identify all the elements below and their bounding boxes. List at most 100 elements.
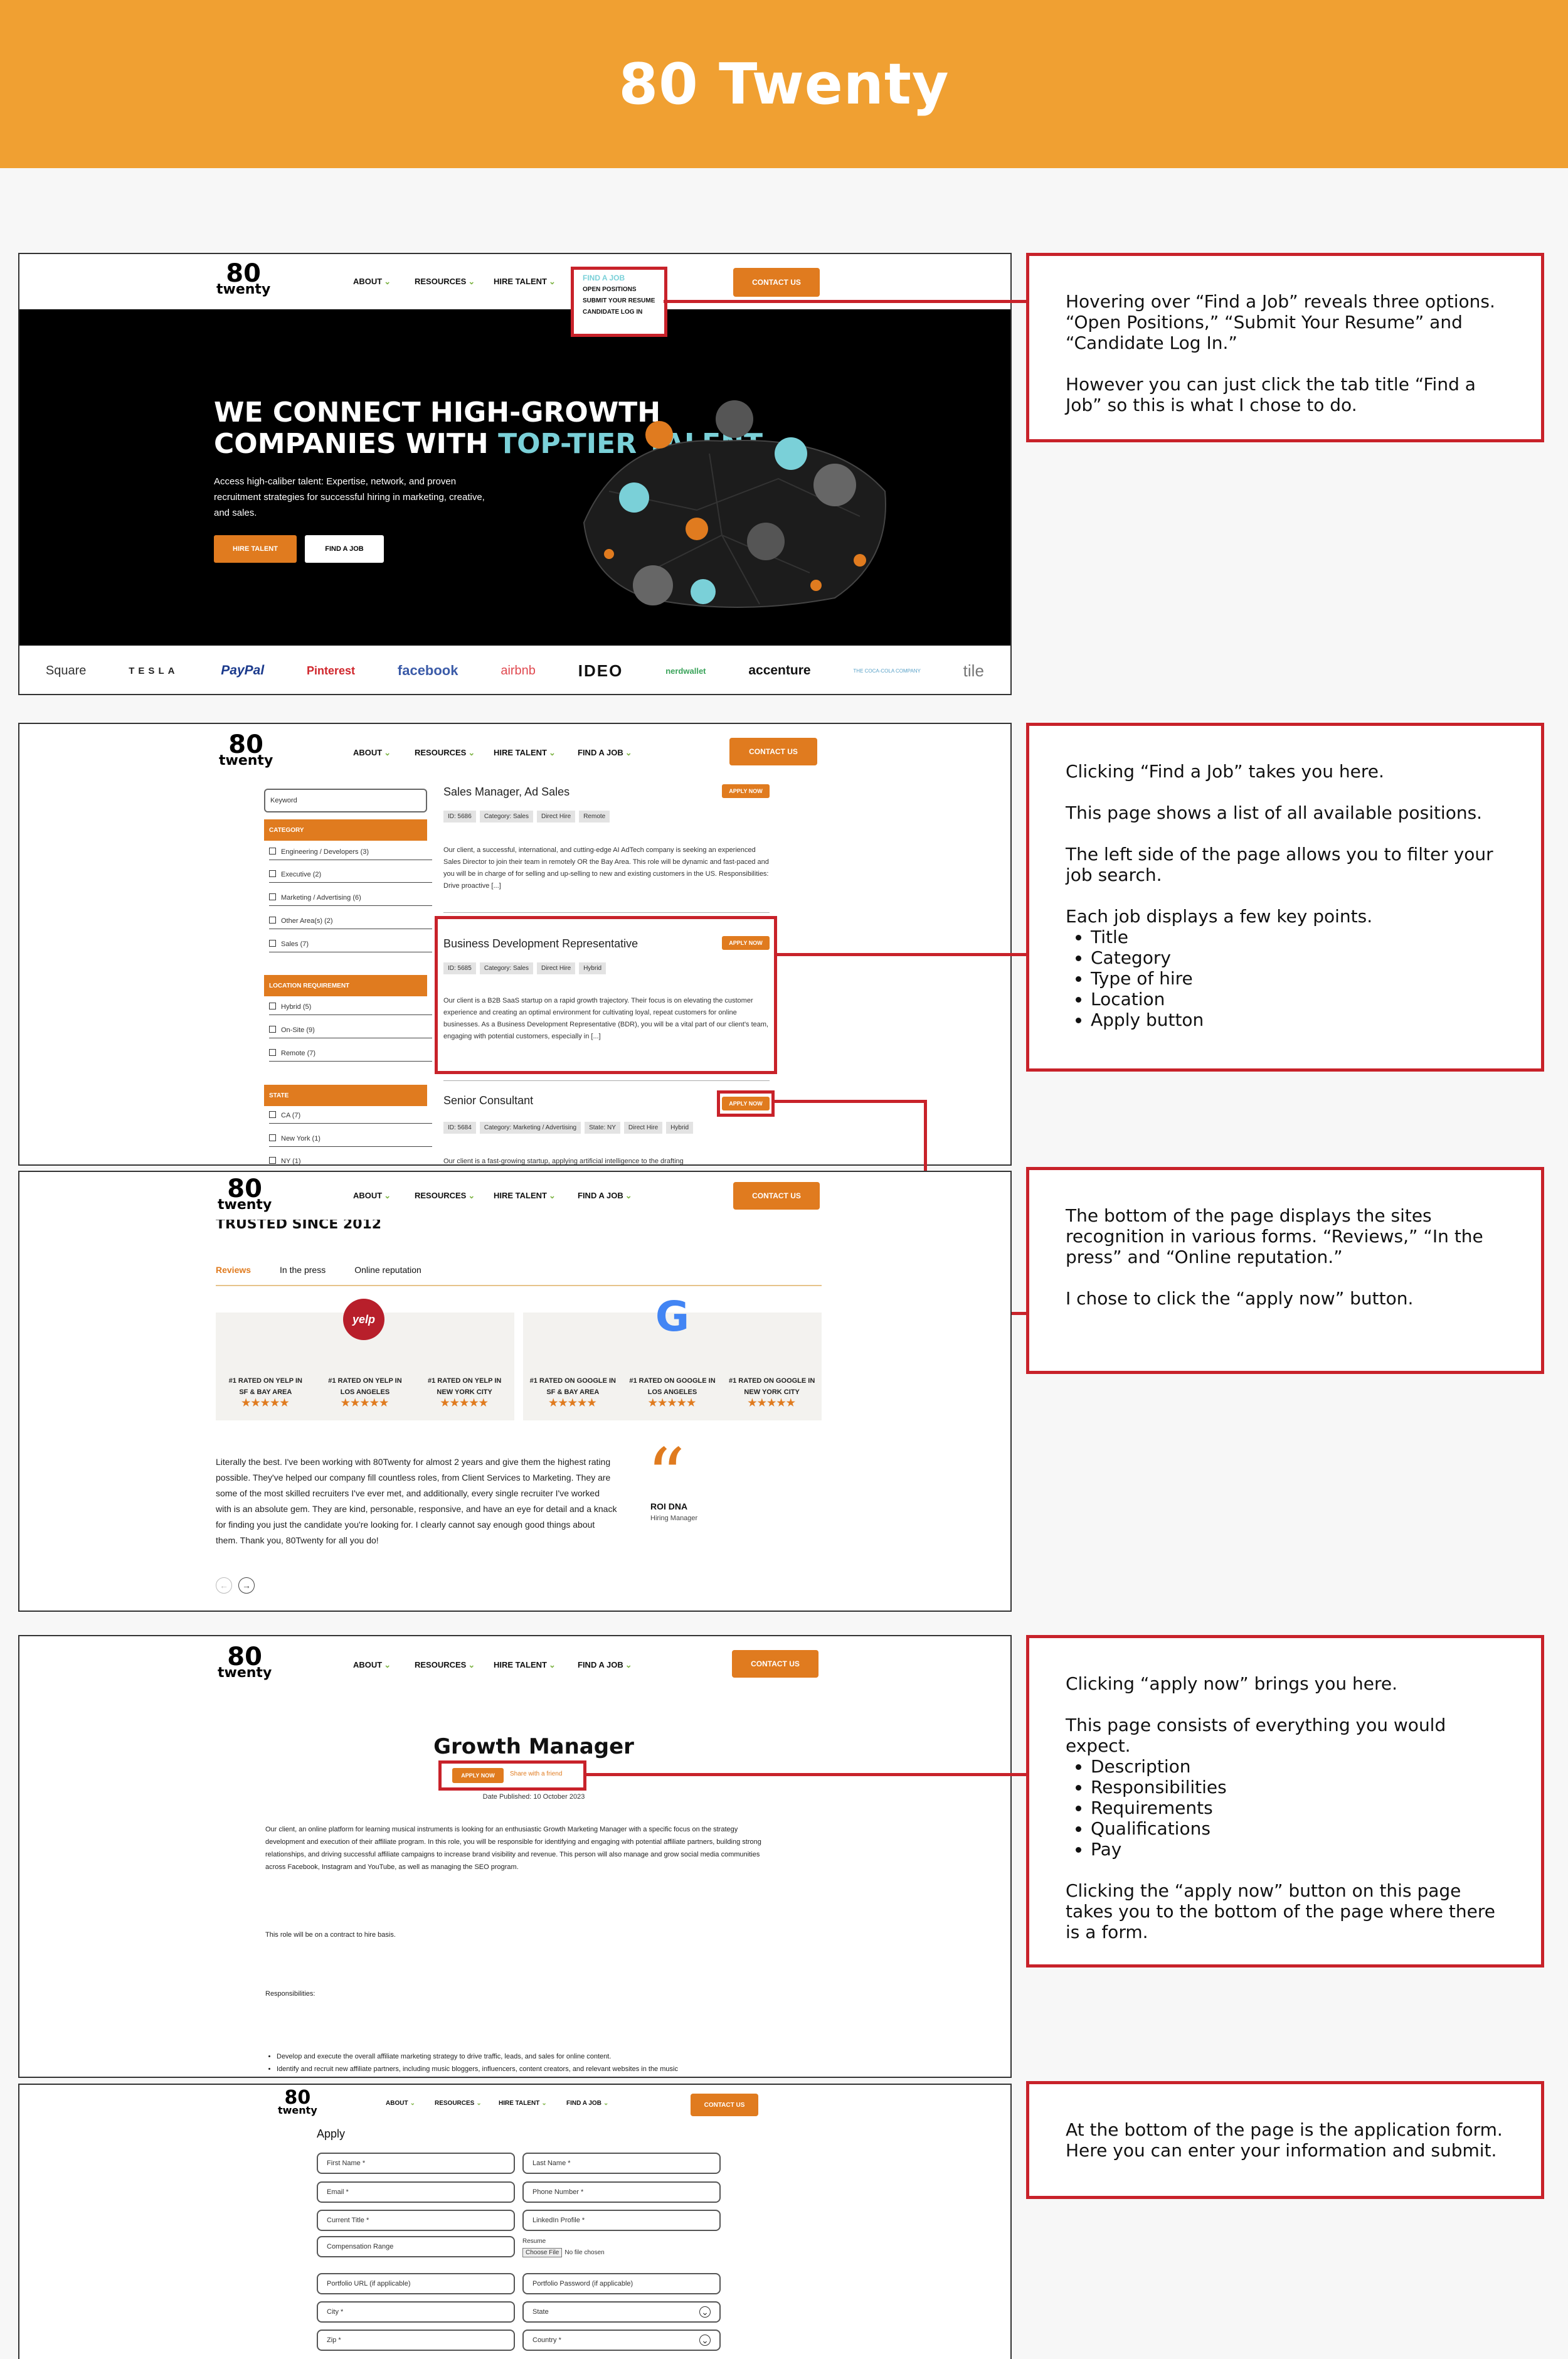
linkedin-field[interactable]: LinkedIn Profile * bbox=[522, 2210, 721, 2231]
site-logo[interactable]: 80 twenty bbox=[278, 2089, 317, 2115]
nav-resources[interactable]: RESOURCES ⌄ bbox=[415, 277, 475, 287]
contact-button[interactable]: CONTACT US bbox=[732, 1650, 818, 1678]
hero-section: WE CONNECT HIGH-GROWTH COMPANIES WITH TO… bbox=[19, 309, 1010, 646]
nav-about[interactable]: ABOUT ⌄ bbox=[386, 2100, 415, 2107]
filter-location-header: LOCATION REQUIREMENT bbox=[264, 975, 427, 996]
filter-ny[interactable]: NY (1) bbox=[269, 1157, 432, 1164]
contact-button[interactable]: CONTACT US bbox=[733, 1182, 820, 1210]
site-logo[interactable]: 80 twenty bbox=[218, 1644, 272, 1680]
nav-hire-talent[interactable]: HIRE TALENT ⌄ bbox=[499, 2100, 547, 2107]
contact-button[interactable]: CONTACT US bbox=[691, 2094, 758, 2116]
filter-onsite[interactable]: On-Site (9) bbox=[269, 1026, 432, 1038]
tab-underline bbox=[216, 1285, 822, 1286]
portfolio-password-field[interactable]: Portfolio Password (if applicable) bbox=[522, 2273, 721, 2294]
google-logo-icon: G bbox=[655, 1292, 690, 1341]
job-tag: Direct Hire bbox=[623, 1122, 663, 1134]
nav-hire-talent[interactable]: HIRE TALENT ⌄ bbox=[494, 1660, 556, 1670]
site-logo[interactable]: 80 twenty bbox=[218, 1176, 272, 1211]
current-title-field[interactable]: Current Title * bbox=[317, 2210, 515, 2231]
nav-find-a-job[interactable]: FIND A JOB ⌄ bbox=[578, 1191, 632, 1201]
first-name-field[interactable]: First Name * bbox=[317, 2153, 515, 2174]
nav-about[interactable]: ABOUT ⌄ bbox=[353, 748, 391, 758]
dropdown-title[interactable]: FIND A JOB bbox=[583, 274, 655, 282]
nav-find-a-job[interactable]: FIND A JOB ⌄ bbox=[578, 748, 632, 758]
email-field[interactable]: Email * bbox=[317, 2181, 515, 2203]
nav-resources[interactable]: RESOURCES ⌄ bbox=[415, 748, 475, 758]
job-title[interactable]: Senior Consultant bbox=[443, 1094, 533, 1107]
hire-talent-button[interactable]: HIRE TALENT bbox=[214, 535, 297, 563]
nav-hire-talent[interactable]: HIRE TALENT ⌄ bbox=[494, 277, 556, 287]
share-link[interactable]: Share with a friend bbox=[510, 1771, 562, 1777]
site-nav: 80 twenty ABOUT ⌄ RESOURCES ⌄ HIRE TALENT ⌄ … bbox=[19, 2085, 1010, 2122]
tab-reviews[interactable]: Reviews bbox=[216, 1265, 251, 1275]
filter-remote[interactable]: Remote (7) bbox=[269, 1049, 432, 1062]
yelp-rating: #1 RATED ON YELP IN LOS ANGELES ★★★★★ bbox=[328, 1377, 402, 1408]
contact-button[interactable]: CONTACT US bbox=[729, 738, 817, 765]
contact-button[interactable]: CONTACT US bbox=[733, 268, 820, 297]
resume-upload[interactable]: Choose File No file chosen bbox=[522, 2248, 605, 2257]
list-item: Identify and recruit new affiliate partn… bbox=[277, 2063, 773, 2075]
filter-new-york[interactable]: New York (1) bbox=[269, 1134, 432, 1147]
apply-now-button[interactable]: APPLY NOW bbox=[452, 1768, 504, 1783]
job-description: Our client, a successful, international,… bbox=[443, 846, 769, 890]
find-a-job-dropdown[interactable]: FIND A JOB OPEN POSITIONS SUBMIT YOUR RE… bbox=[571, 267, 667, 337]
yelp-rating: #1 RATED ON YELP IN NEW YORK CITY ★★★★★ bbox=[427, 1377, 502, 1408]
nav-resources[interactable]: RESOURCES ⌄ bbox=[435, 2100, 482, 2107]
job-description: Our client, an online platform for learn… bbox=[265, 1826, 761, 1871]
last-name-field[interactable]: Last Name * bbox=[522, 2153, 721, 2174]
annotation-connector-2 bbox=[776, 953, 1026, 956]
site-logo[interactable]: 80 twenty bbox=[219, 732, 273, 767]
annotation-connector-1 bbox=[664, 300, 1026, 303]
filter-ca[interactable]: CA (7) bbox=[269, 1111, 432, 1124]
nav-find-a-job[interactable]: FIND A JOB ⌄ bbox=[566, 2100, 608, 2107]
filter-marketing[interactable]: Marketing / Advertising (6) bbox=[269, 893, 432, 906]
filter-hybrid[interactable]: Hybrid (5) bbox=[269, 1003, 432, 1015]
country-select[interactable]: Country * ⌄ bbox=[522, 2330, 721, 2351]
compensation-field[interactable]: Compensation Range bbox=[317, 2236, 515, 2257]
logo-facebook: facebook bbox=[397, 663, 458, 678]
divider bbox=[443, 912, 770, 913]
nav-resources[interactable]: RESOURCES ⌄ bbox=[415, 1660, 475, 1670]
apply-now-button[interactable]: APPLY NOW bbox=[722, 784, 770, 798]
google-rating: #1 RATED ON GOOGLE IN NEW YORK CITY ★★★★★ bbox=[728, 1377, 815, 1408]
site-logo[interactable]: 80 twenty bbox=[216, 261, 270, 296]
apply-heading: Apply bbox=[317, 2127, 346, 2140]
state-select[interactable]: State ⌄ bbox=[522, 2301, 721, 2323]
site-nav: 80 twenty ABOUT ⌄ RESOURCES ⌄ HIRE TALENT ⌄ … bbox=[19, 1636, 1010, 1691]
portfolio-url-field[interactable]: Portfolio URL (if applicable) bbox=[317, 2273, 515, 2294]
list-item: Develop and execute the overall affiliat… bbox=[277, 2050, 773, 2063]
nav-hire-talent[interactable]: HIRE TALENT ⌄ bbox=[494, 1191, 556, 1201]
zip-field[interactable]: Zip * bbox=[317, 2330, 515, 2351]
annotation-5: At the bottom of the page is the applica… bbox=[1026, 2081, 1544, 2199]
phone-field[interactable]: Phone Number * bbox=[522, 2181, 721, 2203]
filter-sales[interactable]: Sales (7) bbox=[269, 940, 432, 952]
keyword-input[interactable]: Keyword bbox=[264, 789, 427, 812]
tab-online-reputation[interactable]: Online reputation bbox=[354, 1265, 421, 1275]
nav-about[interactable]: ABOUT ⌄ bbox=[353, 1191, 391, 1201]
nav-resources[interactable]: RESOURCES ⌄ bbox=[415, 1191, 475, 1201]
nav-about[interactable]: ABOUT ⌄ bbox=[353, 1660, 391, 1670]
dropdown-open-positions[interactable]: OPEN POSITIONS bbox=[583, 286, 655, 293]
filter-executive[interactable]: Executive (2) bbox=[269, 870, 432, 883]
logo-paypal: PayPal bbox=[221, 663, 265, 678]
nav-hire-talent[interactable]: HIRE TALENT ⌄ bbox=[494, 748, 556, 758]
previous-arrow-icon[interactable]: ← bbox=[216, 1577, 232, 1594]
job-title[interactable]: Sales Manager, Ad Sales bbox=[443, 785, 569, 799]
filter-other[interactable]: Other Area(s) (2) bbox=[269, 917, 432, 929]
job-tags: ID: 5686 Category: Sales Direct Hire Rem… bbox=[443, 811, 610, 823]
annotation-4: Clicking “apply now” brings you here. Th… bbox=[1026, 1635, 1544, 1968]
city-field[interactable]: City * bbox=[317, 2301, 515, 2323]
nav-about[interactable]: ABOUT ⌄ bbox=[353, 277, 391, 287]
logo-coca-cola-company: THE COCA-COLA COMPANY bbox=[853, 668, 921, 674]
filter-engineering[interactable]: Engineering / Developers (3) bbox=[269, 848, 432, 860]
next-arrow-icon[interactable]: → bbox=[238, 1577, 255, 1594]
logo-nerdwallet: nerdwallet bbox=[665, 666, 706, 676]
choose-file-button[interactable]: Choose File bbox=[522, 2248, 563, 2257]
dropdown-candidate-log-in[interactable]: CANDIDATE LOG IN bbox=[583, 309, 655, 316]
find-a-job-button[interactable]: FIND A JOB bbox=[305, 535, 384, 563]
nav-find-a-job[interactable]: FIND A JOB ⌄ bbox=[578, 1660, 632, 1670]
testimonial-author: ROI DNA bbox=[650, 1501, 688, 1511]
tab-in-the-press[interactable]: In the press bbox=[280, 1265, 326, 1275]
dropdown-submit-resume[interactable]: SUBMIT YOUR RESUME bbox=[583, 297, 655, 304]
site-nav: 80 twenty ABOUT ⌄ RESOURCES ⌄ HIRE TALENT ⌄ … bbox=[19, 1172, 1010, 1218]
